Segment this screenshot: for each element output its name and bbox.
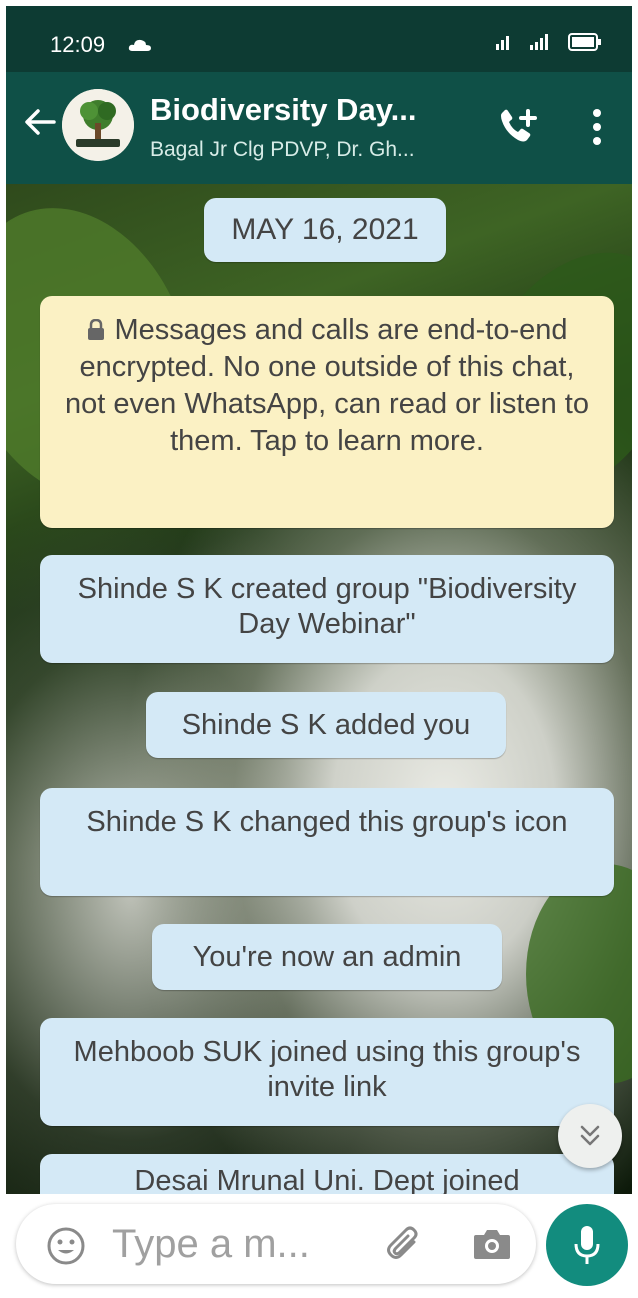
status-indicators bbox=[494, 32, 602, 52]
scroll-to-bottom-button[interactable] bbox=[558, 1104, 622, 1168]
voice-message-button[interactable] bbox=[546, 1204, 628, 1286]
date-chip: MAY 16, 2021 bbox=[204, 198, 446, 262]
system-message: Shinde S K changed this group's icon bbox=[40, 788, 614, 896]
composer-bar bbox=[6, 1194, 632, 1292]
more-vertical-icon[interactable] bbox=[590, 107, 604, 147]
system-message: Desai Mrunal Uni. Dept joined bbox=[40, 1154, 614, 1194]
system-message: You're now an admin bbox=[152, 924, 502, 990]
cloud-icon bbox=[128, 39, 151, 51]
group-title[interactable]: Biodiversity Day... bbox=[150, 92, 416, 128]
chat-area[interactable]: MAY 16, 2021 Messages and calls are end-… bbox=[6, 184, 632, 1194]
battery-icon bbox=[568, 33, 601, 51]
signal-icon bbox=[496, 34, 548, 50]
add-call-icon[interactable] bbox=[496, 107, 540, 147]
camera-icon[interactable] bbox=[472, 1226, 512, 1262]
chat-header: Biodiversity Day... Bagal Jr Clg PDVP, D… bbox=[6, 72, 632, 184]
emoji-icon[interactable] bbox=[46, 1226, 86, 1266]
double-chevron-down-icon bbox=[580, 1125, 600, 1146]
group-participants[interactable]: Bagal Jr Clg PDVP, Dr. Gh... bbox=[150, 138, 415, 162]
system-message: Shinde S K added you bbox=[146, 692, 506, 758]
lock-icon bbox=[87, 319, 104, 340]
tree-logo-icon bbox=[62, 89, 134, 161]
group-avatar[interactable] bbox=[62, 89, 134, 161]
back-arrow-icon[interactable] bbox=[22, 104, 58, 140]
status-bar: 12:09 bbox=[6, 6, 632, 72]
encryption-text: Messages and calls are end-to-end encryp… bbox=[65, 314, 589, 457]
phone-screen: 12:09 Biodiversity Day... Bagal Jr Clg P… bbox=[6, 6, 632, 1292]
attachment-icon[interactable] bbox=[384, 1224, 424, 1264]
message-input-container[interactable] bbox=[16, 1204, 536, 1284]
encryption-notice[interactable]: Messages and calls are end-to-end encryp… bbox=[40, 296, 614, 528]
status-time: 12:09 bbox=[50, 32, 106, 57]
system-message: Mehboob SUK joined using this group's in… bbox=[40, 1018, 614, 1126]
system-message: Shinde S K created group "Biodiversity D… bbox=[40, 555, 614, 663]
message-input[interactable] bbox=[112, 1216, 362, 1272]
microphone-icon bbox=[574, 1226, 600, 1264]
